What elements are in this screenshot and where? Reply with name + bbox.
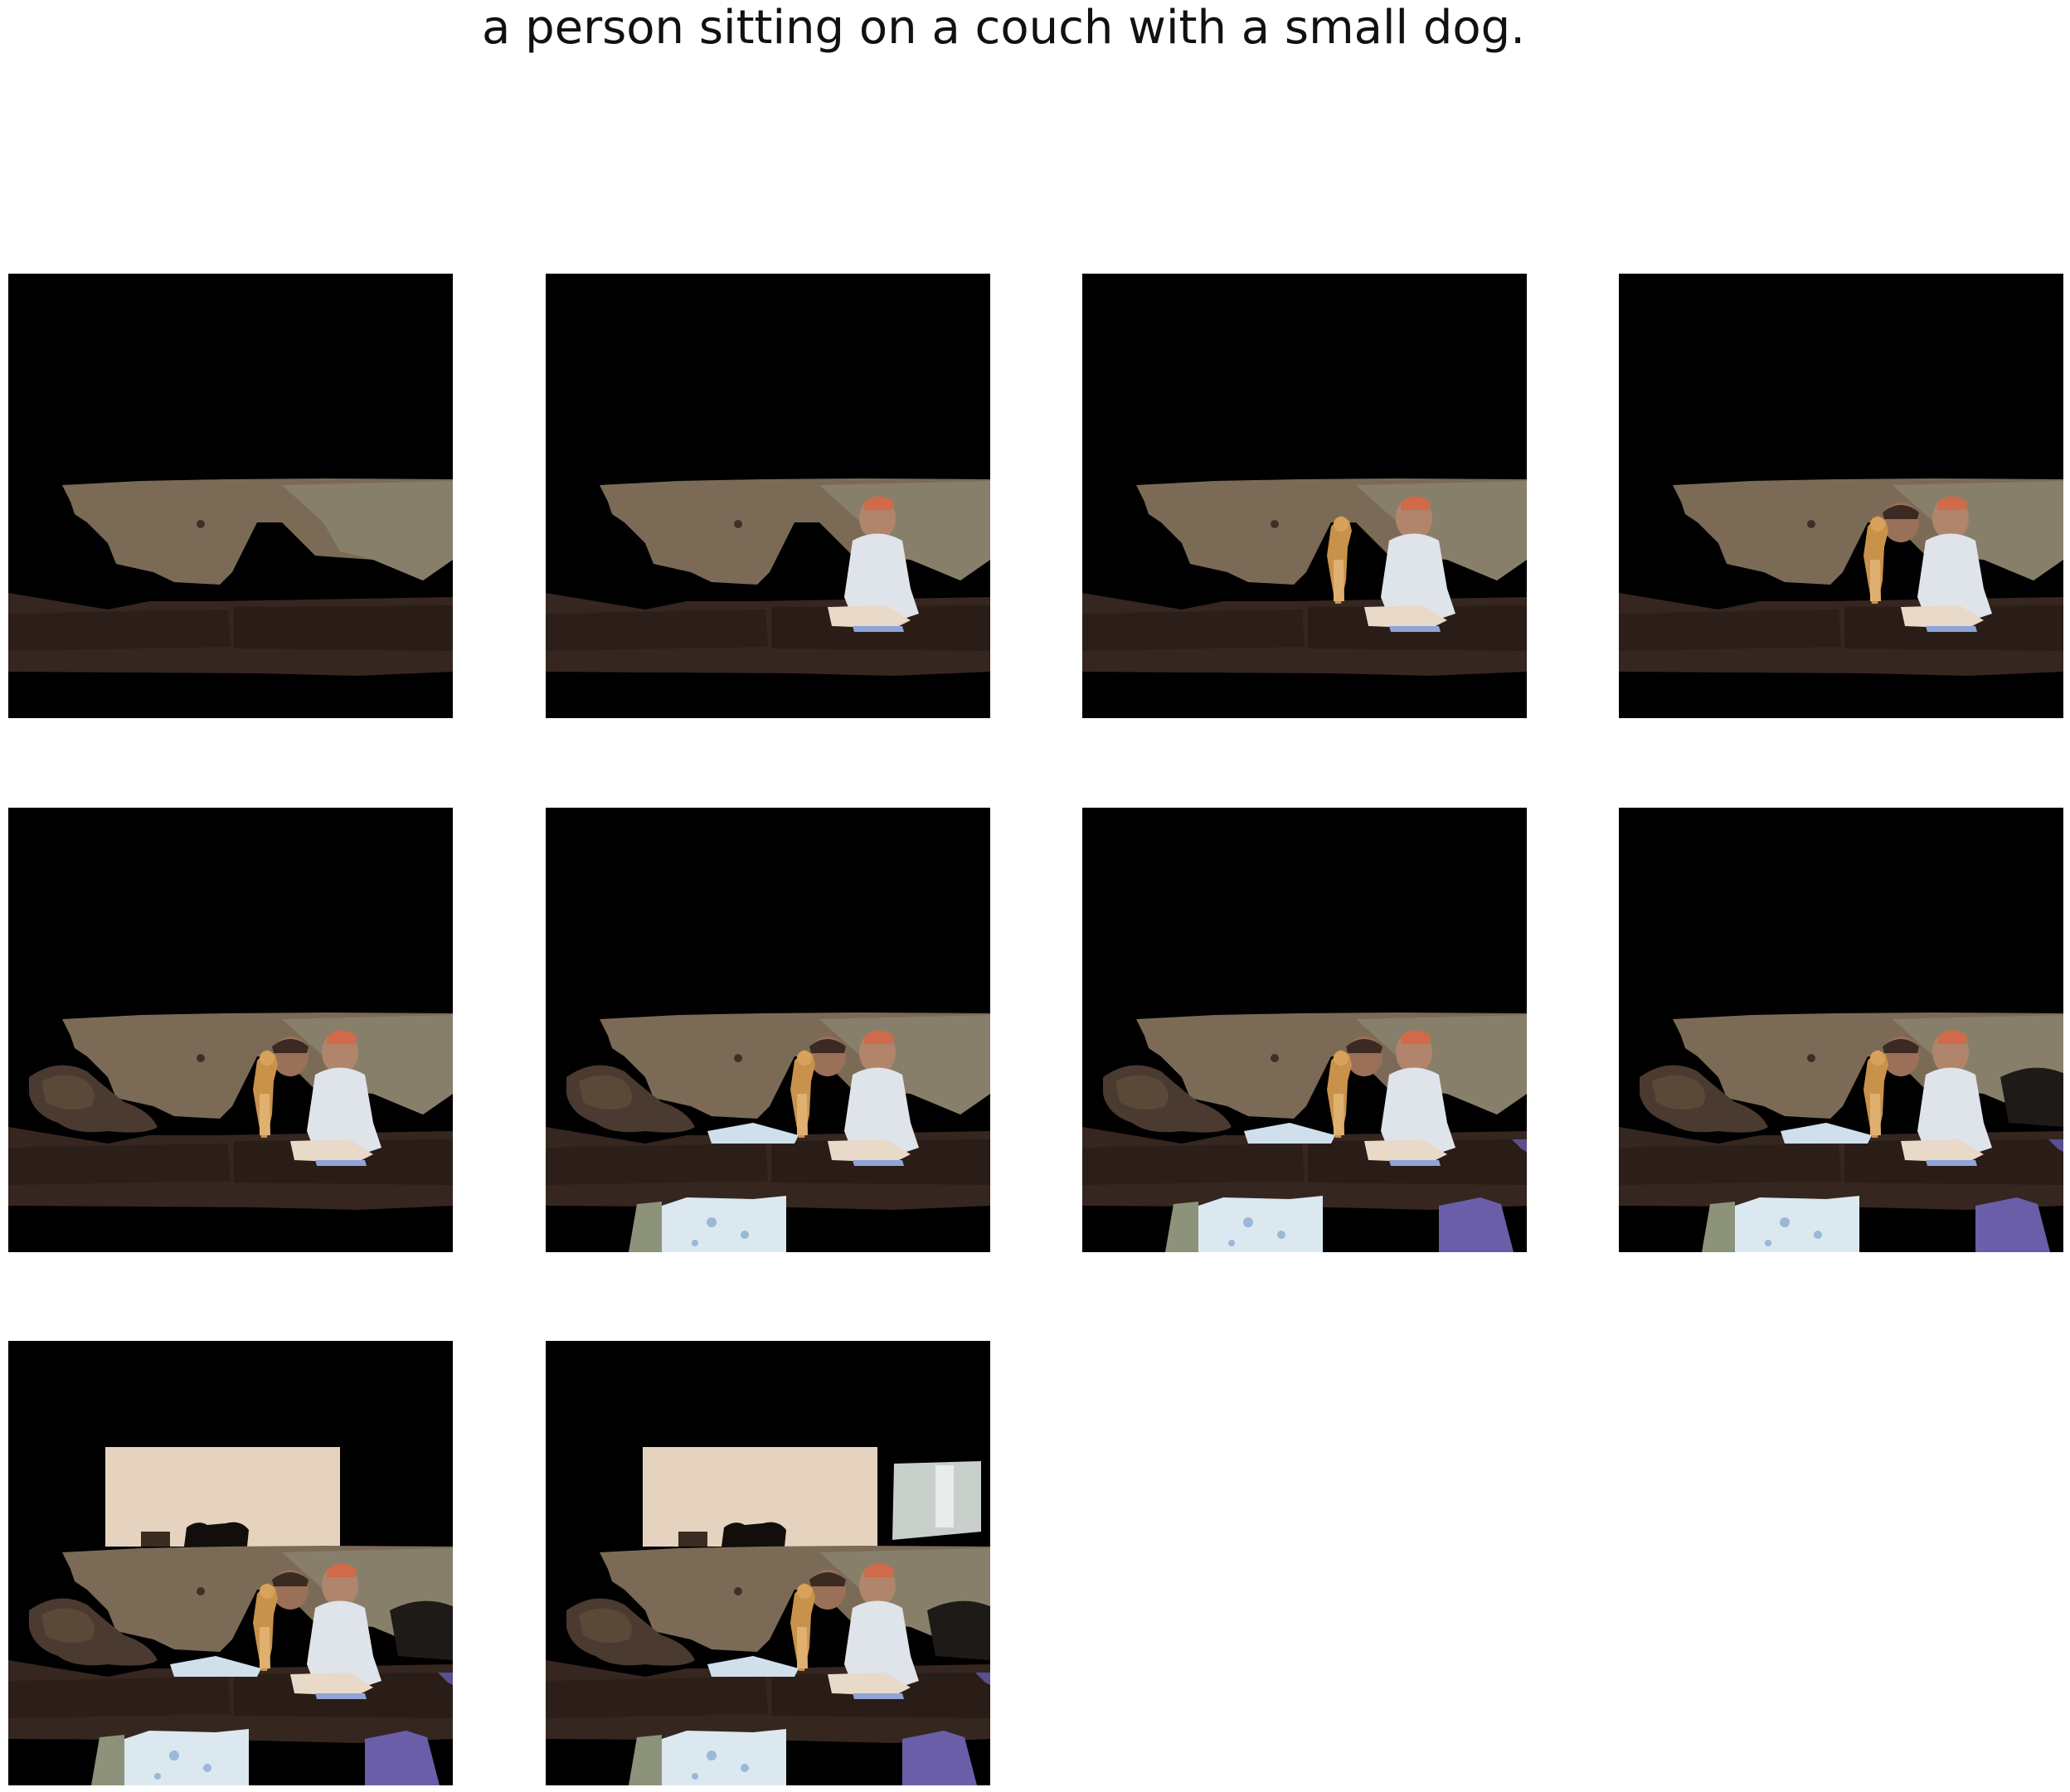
segment-second-person xyxy=(1883,503,1919,542)
segmentation-panel-6 xyxy=(546,808,990,1252)
segmentation-panel-5 xyxy=(8,808,453,1252)
segmentation-panel-8 xyxy=(1619,808,2063,1252)
segment-second-person xyxy=(809,1570,846,1610)
segmentation-panel-7 xyxy=(1082,808,1527,1252)
segment-couch xyxy=(1619,593,2063,676)
panel-image xyxy=(1619,274,2063,718)
segment-second-person xyxy=(272,1037,309,1076)
segmentation-panel-4 xyxy=(1619,274,2063,718)
segment-window xyxy=(892,1461,981,1540)
panel-image xyxy=(546,274,990,718)
segment-dark-cushion-right xyxy=(927,1601,990,1660)
segment-couch xyxy=(546,593,990,676)
segment-second-person xyxy=(809,1037,846,1076)
panel-image xyxy=(8,808,453,1252)
panel-image xyxy=(1619,808,2063,1252)
segment-second-person xyxy=(1346,1037,1382,1076)
segmentation-panel-1 xyxy=(8,274,453,718)
segment-upper-wall xyxy=(105,1447,340,1547)
segmentation-panel-2 xyxy=(546,274,990,718)
panel-image xyxy=(8,274,453,718)
segment-couch xyxy=(1082,593,1527,676)
segment-upper-wall xyxy=(643,1447,877,1547)
segment-second-person xyxy=(1883,1037,1919,1076)
segmentation-panel-10 xyxy=(546,1341,990,1785)
panel-image xyxy=(1082,808,1527,1252)
figure-caption: a person sitting on a couch with a small… xyxy=(481,1,1526,55)
segment-dark-cushion-right xyxy=(390,1601,453,1660)
segmentation-panel-9 xyxy=(8,1341,453,1785)
panel-image xyxy=(8,1341,453,1785)
panel-image xyxy=(546,1341,990,1785)
panel-image xyxy=(1082,274,1527,718)
segment-couch xyxy=(8,1127,453,1210)
segmentation-panel-3 xyxy=(1082,274,1527,718)
segment-dark-cushion-right xyxy=(2000,1068,2063,1127)
segment-couch xyxy=(8,593,453,676)
segment-second-person xyxy=(272,1570,309,1610)
panel-image xyxy=(546,808,990,1252)
